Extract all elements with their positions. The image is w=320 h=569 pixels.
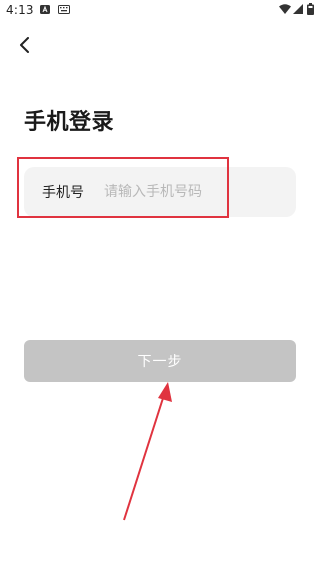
status-bar: 4:13 xyxy=(0,0,320,22)
status-time: 4:13 xyxy=(6,3,34,17)
phone-number-input[interactable] xyxy=(104,177,284,207)
back-button[interactable] xyxy=(12,32,38,58)
keyboard-icon xyxy=(58,5,70,14)
login-screen: 4:13 手机登录 手机号 请输入手机号码 下一步 xyxy=(0,0,320,569)
annotation-arrow xyxy=(123,382,172,521)
battery-icon xyxy=(307,3,314,15)
chevron-left-icon xyxy=(20,37,29,53)
app-notification-icon xyxy=(40,5,50,14)
page-title: 手机登录 xyxy=(24,110,115,135)
phone-field-label: 手机号 xyxy=(42,185,84,201)
phone-number-field[interactable]: 手机号 xyxy=(24,167,296,217)
next-step-button[interactable]: 下一步 xyxy=(24,340,296,382)
wifi-icon xyxy=(279,4,291,14)
signal-icon xyxy=(293,4,303,14)
